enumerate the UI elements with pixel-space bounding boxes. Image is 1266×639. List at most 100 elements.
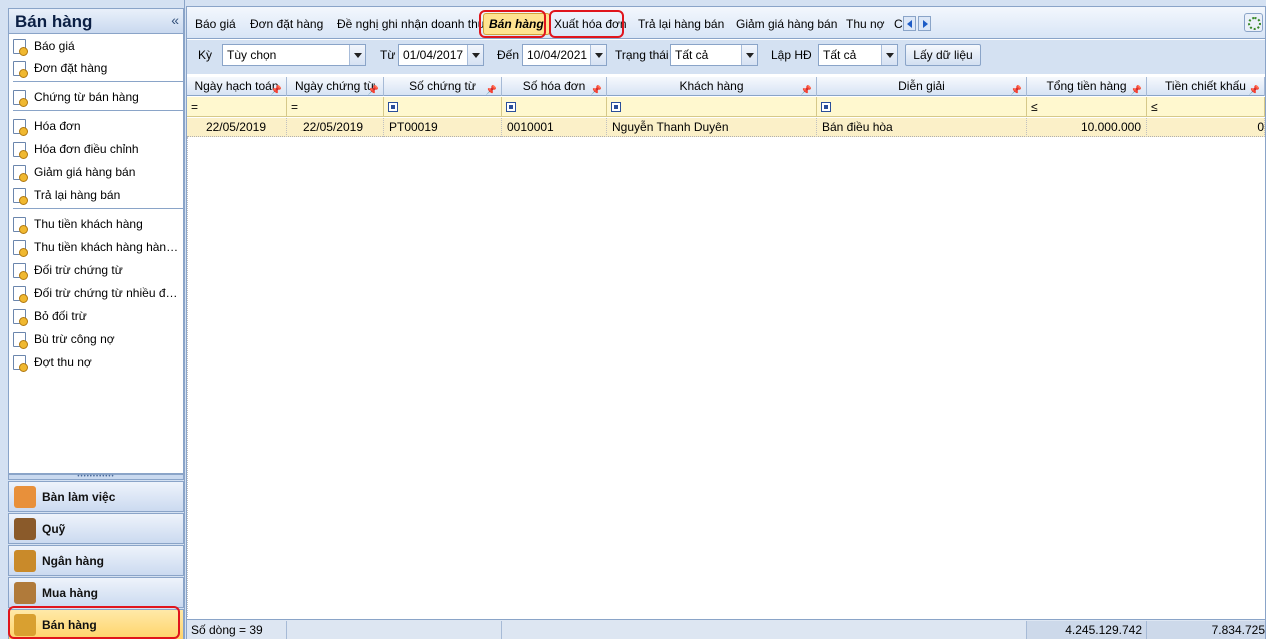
cell-posting-date: 22/05/2019 — [187, 118, 287, 137]
pin-icon[interactable]: 📌 — [368, 81, 379, 96]
document-icon — [13, 141, 28, 159]
from-date-picker[interactable]: 01/04/2017 — [398, 44, 484, 66]
invoice-select[interactable]: Tất cả — [818, 44, 898, 66]
nav-item-hoa-don-dieu-chinh[interactable]: Hóa đơn điều chỉnh — [9, 139, 183, 159]
tab-don-dat-hang[interactable]: Đơn đặt hàng — [245, 13, 328, 35]
pin-icon[interactable]: 📌 — [1131, 81, 1142, 96]
from-date-value: 01/04/2017 — [403, 48, 464, 62]
tab-strip: Báo giá Đơn đặt hàng Đề nghị ghi nhận do… — [187, 7, 1265, 39]
filter-condition-icon[interactable] — [821, 102, 831, 112]
pin-icon[interactable]: 📌 — [801, 81, 812, 96]
nav-item-label: Thu tiền khách hàng — [34, 217, 143, 231]
fetch-data-button[interactable]: Lấy dữ liệu — [905, 44, 981, 66]
column-header-posting-date[interactable]: Ngày hạch toán 📌 — [187, 77, 287, 96]
tab-bao-gia[interactable]: Báo giá — [190, 13, 241, 35]
chevron-down-icon[interactable] — [590, 45, 606, 65]
module-ban-hang[interactable]: Bán hàng — [8, 609, 184, 639]
nav-separator — [13, 110, 183, 111]
tab-ban-hang[interactable]: Bán hàng — [483, 13, 550, 35]
module-mua-hang[interactable]: Mua hàng — [8, 577, 184, 608]
cell-voucher-date: 22/05/2019 — [287, 118, 384, 137]
nav-item-hoa-don[interactable]: Hóa đơn — [9, 116, 183, 136]
filter-cell-discount[interactable]: ≤ — [1147, 97, 1265, 117]
status-select[interactable]: Tất cả — [670, 44, 758, 66]
status-value: Tất cả — [675, 48, 709, 62]
filter-cell-customer[interactable] — [607, 97, 817, 117]
footer-spacer — [287, 621, 502, 639]
tab-xuat-hoa-don[interactable]: Xuất hóa đơn — [549, 13, 632, 35]
tab-tra-lai-hang-ban[interactable]: Trả lại hàng bán — [633, 13, 729, 35]
chevron-down-icon[interactable] — [467, 45, 483, 65]
document-icon — [13, 354, 28, 372]
arrow-right-icon — [923, 20, 928, 28]
tab-giam-gia-hang-ban[interactable]: Giảm giá hàng bán — [731, 13, 842, 35]
column-header-total[interactable]: Tổng tiền hàng 📌 — [1027, 77, 1147, 96]
tab-thu-no[interactable]: Thu nợ — [841, 13, 890, 35]
nav-item-thu-tien-khach-hang-hang-loat[interactable]: Thu tiền khách hàng hàng l... — [9, 237, 183, 257]
column-header-invoice-no[interactable]: Số hóa đơn 📌 — [502, 77, 607, 96]
column-header-voucher-no[interactable]: Số chứng từ 📌 — [384, 77, 502, 96]
grid-header: Ngày hạch toán 📌 Ngày chứng từ 📌 Số chứng … — [187, 77, 1265, 96]
filter-condition-icon[interactable] — [611, 102, 621, 112]
filter-operator[interactable]: ≤ — [1031, 100, 1038, 114]
tab-de-nghi-ghi-nhan-doanh-thu[interactable]: Đề nghị ghi nhận doanh thu — [332, 13, 489, 35]
tab-scroll-left-button[interactable] — [903, 16, 916, 31]
filter-cell-posting-date[interactable]: = — [187, 97, 287, 117]
cell-invoice-no: 0010001 — [502, 118, 607, 137]
nav-item-doi-tru-chung-tu-nhieu-doi-tuong[interactable]: Đối trừ chứng từ nhiều đối t... — [9, 283, 183, 303]
filter-operator[interactable]: = — [191, 100, 198, 114]
panel-splitter-grip[interactable]: •••••••••••• — [8, 474, 184, 480]
nav-item-giam-gia-hang-ban[interactable]: Giảm giá hàng bán — [9, 162, 183, 182]
to-date-value: 10/04/2021 — [527, 48, 588, 62]
column-header-discount[interactable]: Tiền chiết khấu 📌 — [1147, 77, 1265, 96]
pin-icon[interactable]: 📌 — [1249, 81, 1260, 96]
module-label: Mua hàng — [42, 585, 98, 600]
column-header-label: Số chứng từ — [409, 79, 476, 93]
nav-item-don-dat-hang[interactable]: Đơn đặt hàng — [9, 58, 183, 78]
pin-icon[interactable]: 📌 — [1011, 81, 1022, 96]
filter-condition-icon[interactable] — [506, 102, 516, 112]
pin-icon[interactable]: 📌 — [486, 81, 497, 96]
filter-operator[interactable]: ≤ — [1151, 100, 1158, 114]
column-header-description[interactable]: Diễn giải 📌 — [817, 77, 1027, 96]
filter-condition-icon[interactable] — [388, 102, 398, 112]
tab-scroll-right-button[interactable] — [918, 16, 931, 31]
nav-item-doi-tru-chung-tu[interactable]: Đối trừ chứng từ — [9, 260, 183, 280]
chevron-down-icon[interactable] — [741, 45, 757, 65]
column-header-customer[interactable]: Khách hàng 📌 — [607, 77, 817, 96]
module-quy[interactable]: Quỹ — [8, 513, 184, 544]
module-ngan-hang[interactable]: Ngân hàng — [8, 545, 184, 576]
gear-icon[interactable] — [1244, 13, 1263, 32]
filter-operator[interactable]: = — [291, 100, 298, 114]
filter-cell-total[interactable]: ≤ — [1027, 97, 1147, 117]
nav-item-tra-lai-hang-ban[interactable]: Trả lại hàng bán — [9, 185, 183, 205]
period-select[interactable]: Tùy chọn — [222, 44, 366, 66]
document-icon — [13, 38, 28, 56]
chevron-down-icon[interactable] — [349, 45, 365, 65]
filter-cell-invoice-no[interactable] — [502, 97, 607, 117]
column-header-label: Tiền chiết khấu — [1165, 79, 1246, 93]
column-header-voucher-date[interactable]: Ngày chứng từ 📌 — [287, 77, 384, 96]
double-chevron-left-icon[interactable]: « — [171, 12, 179, 28]
table-row[interactable]: 22/05/2019 22/05/2019 PT00019 0010001 Ng… — [187, 118, 1265, 137]
nav-item-chung-tu-ban-hang[interactable]: Chứng từ bán hàng — [9, 87, 183, 107]
nav-item-bo-doi-tru[interactable]: Bỏ đối trừ — [9, 306, 183, 326]
left-panel: Bán hàng « Báo giá Đơn đặt hàng Chứng từ… — [0, 0, 185, 639]
filter-cell-voucher-no[interactable] — [384, 97, 502, 117]
nav-item-thu-tien-khach-hang[interactable]: Thu tiền khách hàng — [9, 214, 183, 234]
nav-item-label: Báo giá — [34, 39, 75, 53]
pin-icon[interactable]: 📌 — [271, 81, 282, 96]
column-header-label: Diễn giải — [898, 79, 945, 93]
nav-item-dot-thu-no[interactable]: Đợt thu nợ — [9, 352, 183, 372]
module-ban-lam-viec[interactable]: Bàn làm việc — [8, 481, 184, 512]
filter-cell-voucher-date[interactable]: = — [287, 97, 384, 117]
nav-item-bu-tru-cong-no[interactable]: Bù trừ công nợ — [9, 329, 183, 349]
chevron-down-icon[interactable] — [881, 45, 897, 65]
nav-item-label: Chứng từ bán hàng — [34, 90, 139, 104]
to-date-picker[interactable]: 10/04/2021 — [522, 44, 607, 66]
cell-discount: 0 — [1147, 118, 1265, 137]
pin-icon[interactable]: 📌 — [591, 81, 602, 96]
nav-item-label: Thu tiền khách hàng hàng l... — [34, 240, 182, 254]
filter-cell-description[interactable] — [817, 97, 1027, 117]
nav-item-bao-gia[interactable]: Báo giá — [9, 36, 183, 56]
